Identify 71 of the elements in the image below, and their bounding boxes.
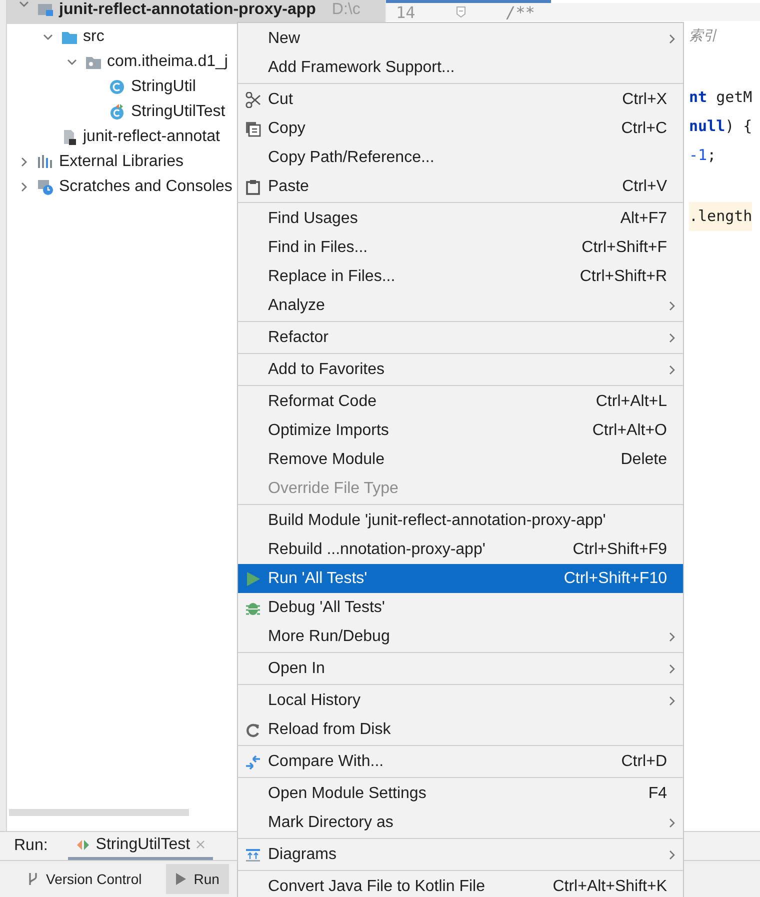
shortcut-label: Ctrl+Alt+Shift+K (552, 878, 667, 896)
project-path: D:\c (332, 1, 360, 19)
menu-item[interactable]: Remove Module Delete (238, 445, 683, 474)
code-line: nt getM (689, 87, 752, 108)
class-icon (109, 78, 125, 94)
menu-item[interactable]: Replace in Files... Ctrl+Shift+R (238, 262, 683, 291)
menu-item[interactable]: Cut Ctrl+X (238, 85, 683, 114)
branch-icon (28, 872, 38, 886)
test-run-icon (76, 838, 90, 850)
menu-item[interactable]: Rebuild ...nnotation-proxy-app' Ctrl+Shift+F9 (238, 535, 683, 564)
menu-item[interactable]: Reload from Disk (238, 715, 683, 744)
menu-item[interactable]: Open Module Settings F4 (238, 779, 683, 808)
scissors-icon (245, 92, 261, 108)
diagram-icon (245, 846, 261, 862)
shortcut-label: Ctrl+Shift+F9 (572, 540, 667, 558)
play-icon (176, 873, 186, 885)
shortcut-label: Alt+F7 (620, 210, 667, 228)
test-class-icon (109, 104, 125, 120)
shortcut-label: Ctrl+C (621, 120, 667, 138)
menu-item[interactable]: Add to Favorites (238, 355, 683, 384)
line-number: 14 (396, 2, 416, 22)
scratches-icon (37, 178, 53, 194)
menu-item[interactable]: Open In (238, 654, 683, 683)
shortcut-label: Ctrl+Alt+L (596, 392, 667, 410)
menu-item[interactable]: Build Module 'junit-reflect-annotation-proxy-app' (238, 506, 683, 535)
menu-item[interactable]: Refactor (238, 323, 683, 352)
menu-item[interactable]: Mark Directory as (238, 808, 683, 837)
tree-item[interactable]: junit-reflect-annotation-proxy-app D:\c (7, 0, 385, 24)
code-line: null) { (689, 116, 752, 137)
menu-item[interactable]: Add Framework Support... (238, 53, 683, 82)
menu-item[interactable]: Local History (238, 686, 683, 715)
menu-item[interactable]: Compare With... Ctrl+D (238, 747, 683, 776)
menu-item[interactable]: Convert Java File to Kotlin File Ctrl+Alt+Shift+K (238, 872, 683, 897)
fold-marker-icon (456, 6, 466, 18)
tool-window-button[interactable]: Version Control (18, 864, 152, 894)
shortcut-label: Delete (620, 450, 667, 468)
menu-item[interactable]: Copy Path/Reference... (238, 143, 683, 172)
menu-item[interactable]: Copy Ctrl+C (238, 114, 683, 143)
menu-item[interactable]: Run 'All Tests' Ctrl+Shift+F10 (238, 564, 683, 593)
shortcut-label: Ctrl+Shift+F10 (564, 570, 667, 588)
code-line: -1; (689, 145, 716, 166)
shortcut-label: F4 (648, 784, 667, 802)
run-label: Run: (14, 837, 48, 855)
refresh-icon (245, 722, 261, 738)
menu-item[interactable]: More Run/Debug (238, 622, 683, 651)
scrollbar[interactable] (9, 809, 189, 816)
menu-item[interactable]: Diagrams (238, 840, 683, 869)
menu-item[interactable]: Optimize Imports Ctrl+Alt+O (238, 416, 683, 445)
copy-icon (245, 120, 261, 136)
menu-item[interactable]: Find in Files... Ctrl+Shift+F (238, 233, 683, 262)
menu-item[interactable]: New (238, 24, 683, 53)
shortcut-label: Ctrl+D (621, 752, 667, 770)
menu-item[interactable]: Analyze (238, 291, 683, 320)
file-icon (61, 128, 77, 144)
code-line: /** (506, 2, 535, 22)
module-folder-icon (37, 1, 53, 17)
menu-item[interactable]: Paste Ctrl+V (238, 172, 683, 201)
shortcut-label: Ctrl+Shift+R (580, 268, 667, 286)
shortcut-label: Ctrl+X (622, 90, 667, 108)
shortcut-label: Ctrl+Alt+O (592, 422, 667, 440)
shortcut-label: Ctrl+V (622, 178, 667, 196)
menu-item[interactable]: Find Usages Alt+F7 (238, 204, 683, 233)
code-line: 索引 (689, 27, 717, 46)
play-icon (245, 570, 261, 586)
library-bars-icon (37, 154, 53, 170)
menu-item[interactable]: Reformat Code Ctrl+Alt+L (238, 387, 683, 416)
menu-item[interactable]: Debug 'All Tests' (238, 593, 683, 622)
tool-window-button[interactable]: Run (166, 864, 230, 894)
clipboard-icon (245, 178, 261, 194)
compare-arrows-icon (245, 754, 261, 770)
shortcut-label: Ctrl+Shift+F (582, 238, 667, 256)
